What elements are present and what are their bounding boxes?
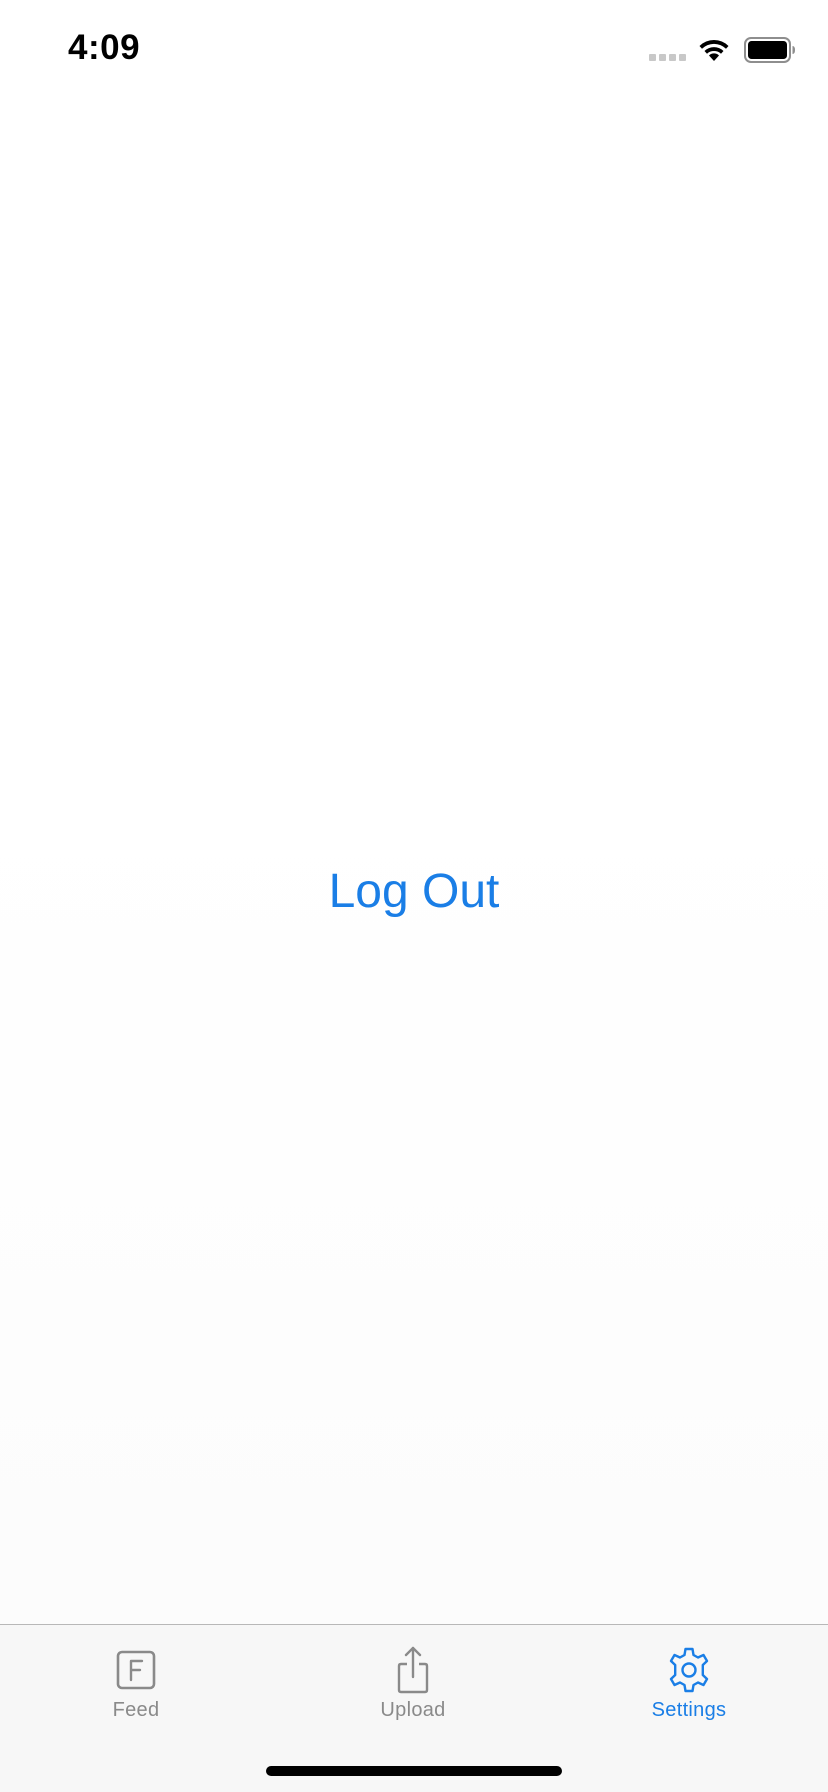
tab-upload[interactable]: Upload [313,1645,513,1735]
status-bar: 4:09 [0,0,828,100]
share-upload-icon [397,1646,429,1694]
home-indicator[interactable] [266,1766,562,1776]
cellular-signal-icon [649,53,686,61]
log-out-button[interactable]: Log Out [0,864,828,919]
battery-icon [744,37,795,63]
status-time: 4:09 [68,28,141,67]
tab-feed[interactable]: Feed [36,1645,236,1735]
gear-icon [669,1647,709,1693]
wifi-icon [699,39,729,61]
status-icons [649,36,796,64]
tab-settings[interactable]: Settings [589,1645,789,1735]
feed-letter-f-icon [116,1650,156,1690]
tab-label-feed: Feed [112,1699,160,1721]
tab-label-upload: Upload [380,1699,446,1721]
tab-label-settings: Settings [651,1699,727,1721]
tab-bar: Feed Upload Settings [0,1624,828,1792]
settings-screen: Log Out [0,100,828,1624]
